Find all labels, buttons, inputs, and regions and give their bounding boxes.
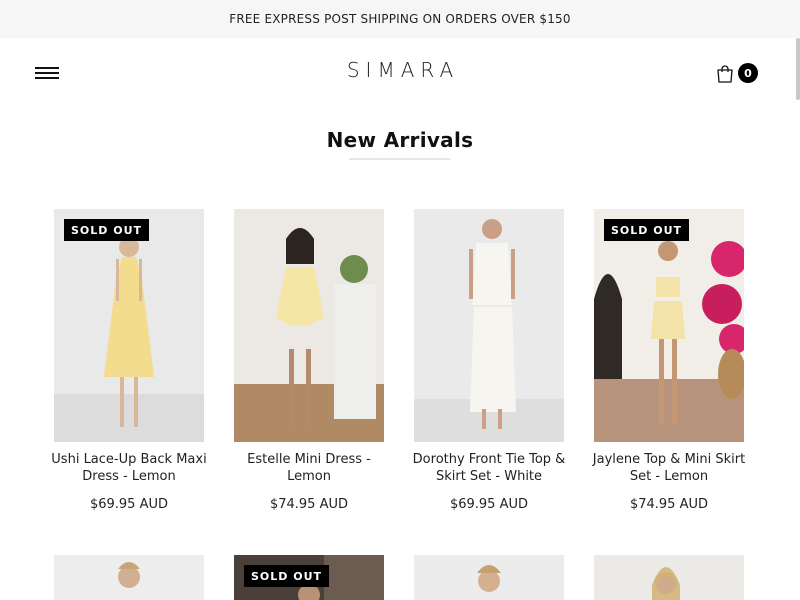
product-price: $69.95 AUD — [89, 497, 169, 512]
product-image[interactable] — [234, 209, 384, 442]
product-image[interactable] — [594, 555, 744, 600]
shopping-bag-icon — [717, 65, 733, 83]
announcement-text: FREE EXPRESS POST SHIPPING ON ORDERS OVE… — [229, 12, 571, 26]
site-header: SIMARA 0 — [0, 38, 800, 108]
product-image[interactable]: SOLD OUT — [234, 555, 384, 600]
product-name[interactable]: Dorothy Front Tie Top & Skirt Set - Whit… — [404, 451, 574, 485]
product-name[interactable]: Jaylene Top & Mini Skirt Set - Lemon — [584, 451, 754, 485]
product-name[interactable]: Estelle Mini Dress - Lemon — [224, 451, 394, 485]
page-scrollbar[interactable] — [796, 38, 800, 100]
product-image[interactable]: SOLD OUT — [594, 209, 744, 442]
site-logo[interactable]: SIMARA — [0, 58, 800, 82]
product-price: $69.95 AUD — [449, 497, 529, 512]
announcement-bar: FREE EXPRESS POST SHIPPING ON ORDERS OVE… — [0, 0, 800, 38]
product-image[interactable] — [54, 555, 204, 600]
cart-button[interactable]: 0 — [715, 62, 759, 86]
section-title: New Arrivals — [326, 128, 474, 152]
cart-count-badge: 0 — [738, 63, 758, 83]
title-divider — [349, 158, 450, 160]
sold-out-badge: SOLD OUT — [64, 219, 150, 241]
sold-out-badge: SOLD OUT — [604, 219, 690, 241]
product-image[interactable] — [414, 209, 564, 442]
product-image[interactable] — [414, 555, 564, 600]
product-name[interactable]: Ushi Lace-Up Back Maxi Dress - Lemon — [44, 451, 214, 485]
product-price: $74.95 AUD — [269, 497, 349, 512]
product-price: $74.95 AUD — [629, 497, 709, 512]
sold-out-badge: SOLD OUT — [244, 565, 330, 587]
product-image[interactable]: SOLD OUT — [54, 209, 204, 442]
